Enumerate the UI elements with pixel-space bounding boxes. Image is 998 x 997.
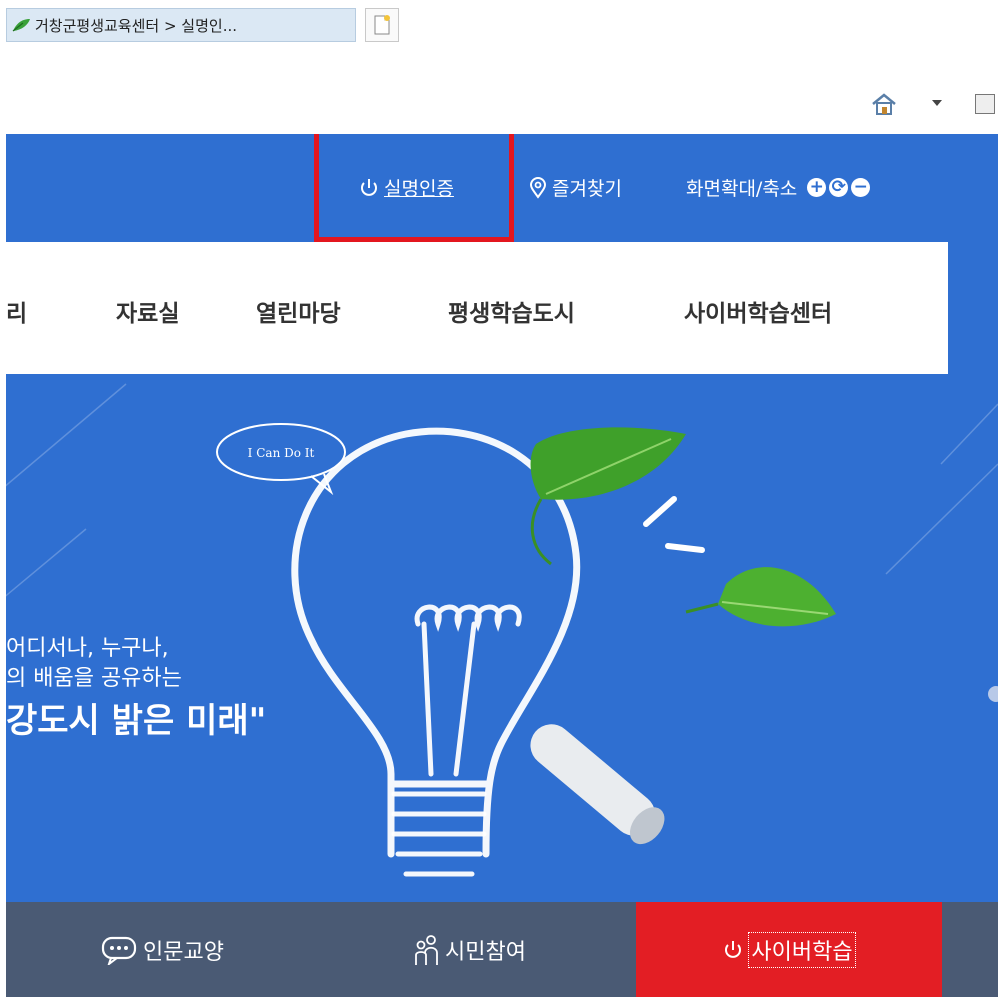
browser-command-bar: [0, 84, 998, 124]
slogan-line-1: 어디서나, 누구나,: [6, 636, 169, 661]
favorites-label: 즐겨찾기: [552, 178, 622, 200]
tab-title: 거창군평생교육센터 > 실명인...: [35, 16, 238, 35]
bottom-quick-nav: 인문교양 시민참여 사이버학습: [6, 902, 998, 997]
zoom-in-button[interactable]: +: [807, 178, 827, 197]
new-tab-icon: [374, 15, 390, 35]
highlight-box: [314, 134, 514, 242]
location-pin-icon: [529, 176, 547, 199]
nav-item-lifelong-learning-city[interactable]: 평생학습도시: [448, 294, 575, 328]
home-dropdown-arrow[interactable]: [932, 100, 942, 106]
bubble-text: I Can Do It: [248, 446, 315, 460]
browser-tab[interactable]: 거창군평생교육센터 > 실명인...: [6, 8, 356, 42]
slogan-line-3: 강도시 밝은 미래": [6, 701, 267, 741]
quick-link-humanities[interactable]: 인문교양: [101, 902, 224, 997]
feeds-icon[interactable]: [975, 94, 995, 114]
quick-link-label: 시민참여: [445, 939, 526, 965]
site-viewport: I Can Do It 실명인증 즐겨찾기 화면확대/축소 + ⟳ − 리 자료…: [6, 134, 998, 997]
green-leaf-icon: [12, 19, 30, 32]
power-icon: [725, 940, 742, 958]
favorites-link[interactable]: 즐겨찾기: [528, 174, 622, 201]
nav-item-archive[interactable]: 자료실: [116, 294, 179, 328]
people-icon: [415, 934, 438, 965]
speech-bubble-icon: [101, 936, 137, 965]
hero-slogan: 어디서나, 누구나, 의 배움을 공유하는 강도시 밝은 미래": [6, 634, 266, 748]
quick-link-label: 인문교양: [143, 939, 224, 965]
nav-item-partial[interactable]: 리: [6, 294, 27, 328]
zoom-controls: 화면확대/축소 + ⟳ −: [686, 174, 871, 201]
nav-item-cyber-learning-center[interactable]: 사이버학습센터: [684, 294, 832, 328]
top-utility-bar: 실명인증 즐겨찾기 화면확대/축소 + ⟳ −: [6, 134, 998, 244]
zoom-label: 화면확대/축소: [686, 178, 798, 200]
quick-link-citizen-participation[interactable]: 시민참여: [411, 902, 526, 997]
quick-link-label: 사이버학습: [748, 931, 856, 968]
main-navigation: 리 자료실 열린마당 평생학습도시 사이버학습센터: [6, 242, 948, 374]
zoom-reset-button[interactable]: ⟳: [829, 178, 849, 197]
home-icon[interactable]: [870, 92, 898, 116]
slogan-line-2: 의 배움을 공유하는: [6, 666, 182, 691]
zoom-out-button[interactable]: −: [851, 178, 871, 197]
new-tab-button[interactable]: [365, 8, 399, 42]
nav-item-open-forum[interactable]: 열린마당: [256, 294, 341, 328]
quick-link-cyber-learning[interactable]: 사이버학습: [636, 902, 942, 997]
browser-tab-strip: 거창군평생교육센터 > 실명인...: [0, 0, 998, 48]
